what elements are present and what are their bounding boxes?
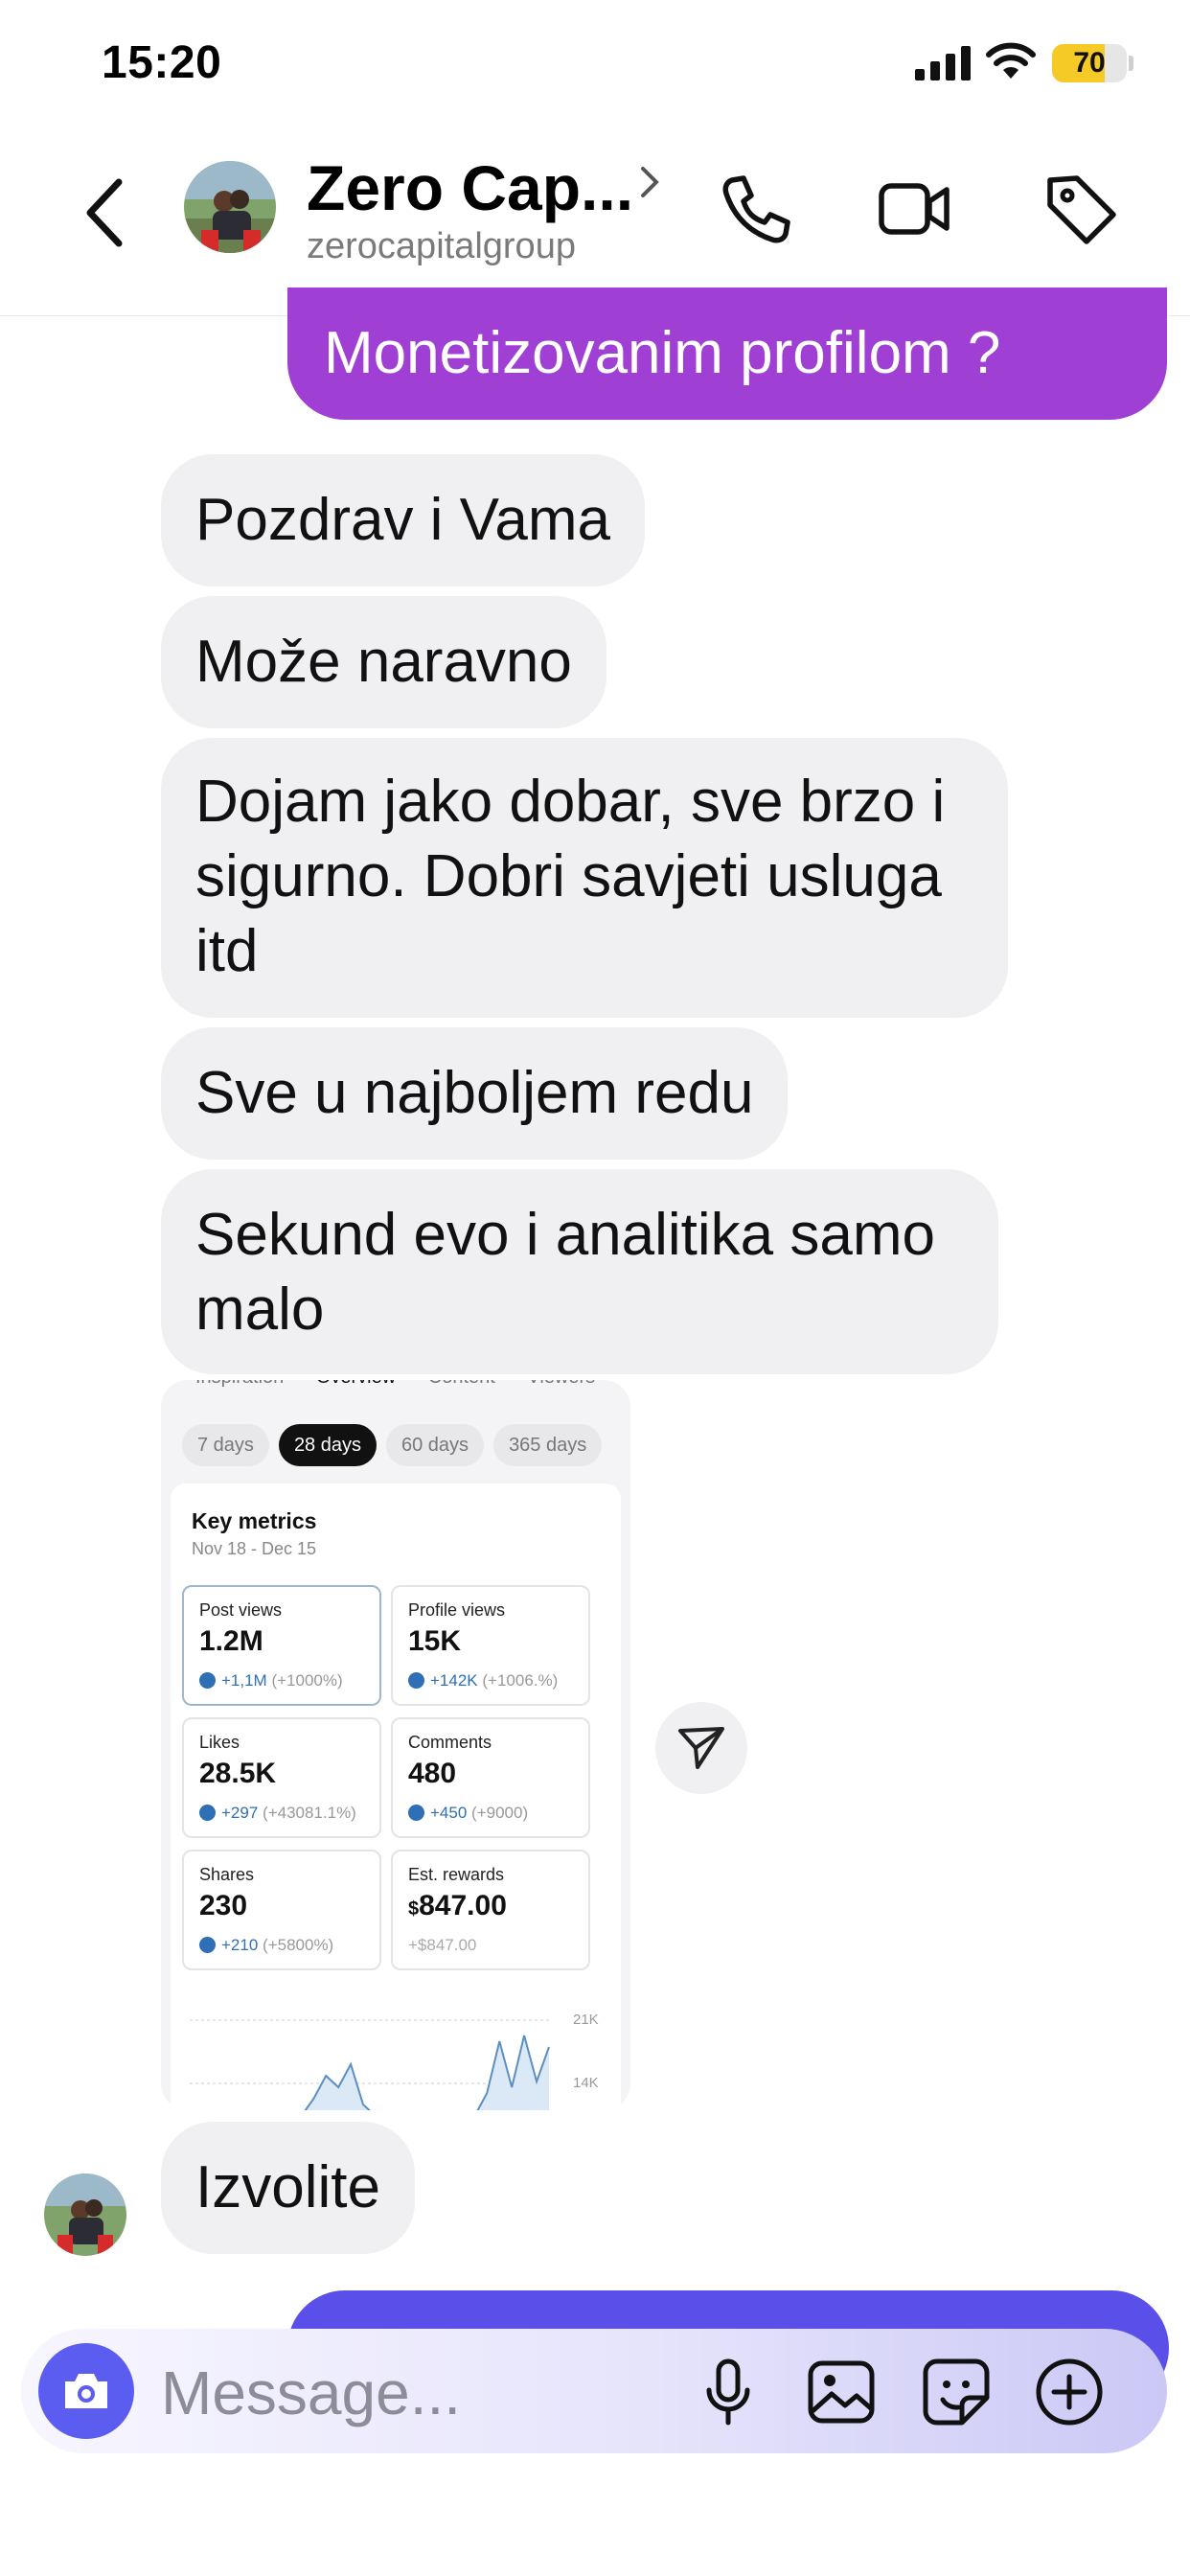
tab-label: Inspiration bbox=[195, 1380, 284, 1388]
analytics-tabs: Inspiration Overview Content Viewers bbox=[195, 1380, 622, 1389]
metric-label: Likes bbox=[199, 1733, 240, 1752]
microphone-icon[interactable] bbox=[692, 2356, 765, 2428]
incoming-message[interactable]: Pozdrav i Vama bbox=[161, 454, 646, 586]
gallery-icon[interactable] bbox=[805, 2356, 878, 2428]
key-metrics-title: Key metrics bbox=[192, 1508, 317, 1533]
outgoing-message[interactable]: Monetizovanim profilom ? bbox=[287, 288, 1167, 420]
metric-value: 28.5K bbox=[199, 1758, 277, 1789]
tab-label: Content bbox=[428, 1380, 495, 1388]
chart-axis-label: 21K bbox=[573, 2012, 599, 2028]
views-mini-chart: 21K 14K bbox=[190, 2012, 599, 2110]
key-metrics-date-range: Nov 18 - Dec 15 bbox=[192, 1539, 317, 1558]
metric-value: 1.2M bbox=[199, 1625, 263, 1657]
metric-value: $847.00 bbox=[408, 1890, 507, 1922]
battery-icon: 70 bbox=[1052, 44, 1127, 82]
metric-card: Comments 480 +450 (+9000) bbox=[391, 1717, 590, 1838]
sticker-icon[interactable] bbox=[920, 2356, 993, 2428]
back-chevron-icon[interactable] bbox=[80, 174, 128, 251]
message-input[interactable]: Message... bbox=[161, 2358, 461, 2428]
battery-percent: 70 bbox=[1073, 47, 1106, 79]
metric-delta-pct: (+43081.1%) bbox=[263, 1804, 356, 1822]
metric-delta: +$847.00 bbox=[408, 1936, 477, 1954]
metric-delta: +1,1M (+1000%) bbox=[199, 1671, 343, 1690]
range-pill-active: 28 days bbox=[278, 1424, 377, 1466]
status-bar: 15:20 70 bbox=[0, 0, 1190, 134]
metric-label: Shares bbox=[199, 1865, 255, 1884]
tab-label-active: Overview bbox=[316, 1380, 396, 1388]
range-pill: 60 days bbox=[386, 1424, 485, 1466]
range-pill: 365 days bbox=[493, 1424, 603, 1466]
range-pill: 7 days bbox=[182, 1424, 269, 1466]
wifi-icon bbox=[986, 42, 1036, 79]
chart-axis-label: 14K bbox=[573, 2075, 599, 2091]
metric-delta: +210 (+5800%) bbox=[199, 1936, 333, 1955]
metric-delta-pct: (+5800%) bbox=[263, 1936, 334, 1954]
metric-value: 15K bbox=[408, 1625, 462, 1657]
metric-delta-value: +450 bbox=[430, 1804, 468, 1822]
phone-icon[interactable] bbox=[717, 171, 793, 247]
metric-value: 480 bbox=[408, 1758, 457, 1789]
metric-delta-value: +1,1M bbox=[221, 1671, 267, 1690]
metric-label: Comments bbox=[408, 1733, 492, 1752]
metric-delta-value: +210 bbox=[221, 1936, 259, 1954]
status-time: 15:20 bbox=[102, 37, 222, 88]
share-button[interactable] bbox=[655, 1702, 747, 1794]
metric-delta-value: +142K bbox=[430, 1671, 478, 1690]
arrow-up-icon bbox=[408, 1672, 424, 1689]
arrow-up-icon bbox=[408, 1805, 424, 1821]
metric-card: Shares 230 +210 (+5800%) bbox=[182, 1850, 381, 1970]
video-camera-icon[interactable] bbox=[876, 171, 952, 247]
message-composer[interactable]: Message... bbox=[21, 2329, 1167, 2453]
metric-delta: +450 (+9000) bbox=[408, 1804, 528, 1823]
incoming-message[interactable]: Dojam jako dobar, sve brzo i sigurno. Do… bbox=[161, 738, 1008, 1018]
chevron-right-icon[interactable] bbox=[637, 163, 662, 201]
camera-button[interactable] bbox=[38, 2343, 134, 2439]
add-circle-icon[interactable] bbox=[1033, 2356, 1106, 2428]
metric-delta-pct: (+9000) bbox=[471, 1804, 529, 1822]
camera-icon bbox=[65, 2374, 107, 2408]
incoming-message[interactable]: Sekund evo i analitika samo malo bbox=[161, 1169, 998, 1374]
contact-avatar[interactable] bbox=[184, 161, 276, 253]
arrow-up-icon bbox=[199, 1937, 216, 1953]
tag-icon[interactable] bbox=[1042, 171, 1119, 247]
image-attachment[interactable]: Inspiration Overview Content Viewers 7 d… bbox=[161, 1380, 630, 2110]
incoming-message[interactable]: Sve u najboljem redu bbox=[161, 1027, 789, 1160]
incoming-message[interactable]: Može naravno bbox=[161, 596, 606, 728]
metric-label: Est. rewards bbox=[408, 1865, 505, 1884]
metric-value: 230 bbox=[199, 1890, 248, 1921]
key-metrics-panel: Key metrics Nov 18 - Dec 15 Post views 1… bbox=[171, 1484, 621, 2110]
metric-value-number: 847.00 bbox=[419, 1890, 507, 1921]
metric-delta-pct: (+1000%) bbox=[271, 1671, 343, 1690]
incoming-message[interactable]: Izvolite bbox=[161, 2122, 415, 2254]
metric-delta-value: +297 bbox=[221, 1804, 259, 1822]
metric-card: Profile views 15K +142K (+1006.%) bbox=[391, 1585, 590, 1706]
metric-delta-pct: (+1006.%) bbox=[482, 1671, 559, 1690]
metric-card: Likes 28.5K +297 (+43081.1%) bbox=[182, 1717, 381, 1838]
contact-username[interactable]: zerocapitalgroup bbox=[307, 226, 576, 267]
arrow-up-icon bbox=[199, 1672, 216, 1689]
paper-plane-icon bbox=[678, 1727, 724, 1769]
cellular-signal-icon bbox=[915, 46, 971, 80]
metric-delta: +297 (+43081.1%) bbox=[199, 1804, 356, 1823]
metric-label: Profile views bbox=[408, 1600, 506, 1620]
metric-delta: +142K (+1006.%) bbox=[408, 1671, 558, 1690]
metric-label: Post views bbox=[199, 1600, 283, 1620]
contact-avatar-small[interactable] bbox=[44, 2174, 126, 2256]
contact-name[interactable]: Zero Cap... bbox=[307, 151, 633, 224]
range-pills: 7 days 28 days 60 days 365 days bbox=[182, 1424, 611, 1466]
chart-area bbox=[305, 2036, 549, 2110]
metric-card: Est. rewards $847.00 +$847.00 bbox=[391, 1850, 590, 1970]
metric-currency: $ bbox=[408, 1898, 420, 1920]
arrow-up-icon bbox=[199, 1805, 216, 1821]
tab-label: Viewers bbox=[527, 1380, 595, 1388]
battery-tip bbox=[1129, 56, 1133, 71]
metric-card: Post views 1.2M +1,1M (+1000%) bbox=[182, 1585, 381, 1706]
